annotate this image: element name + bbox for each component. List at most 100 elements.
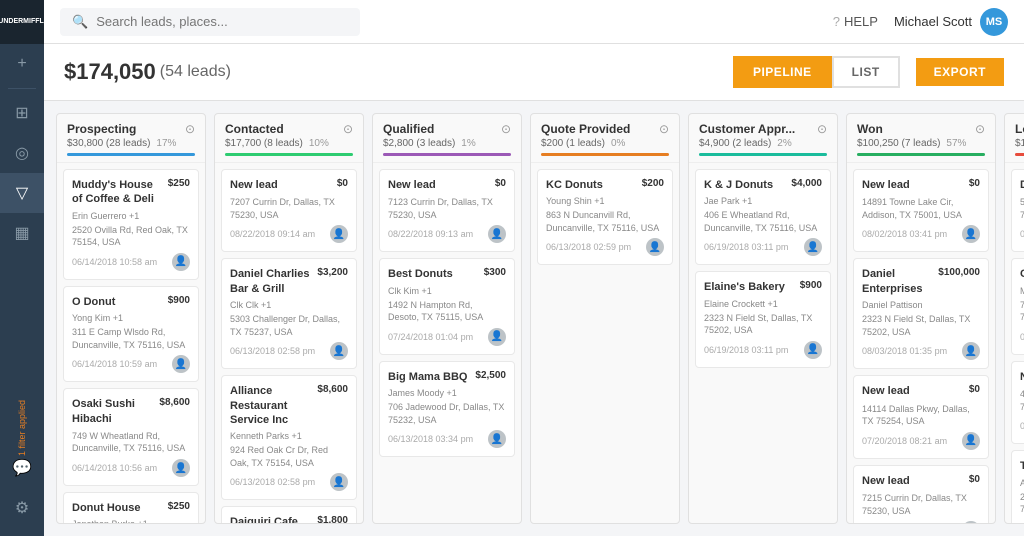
column-amount-won: $100,250 (7 leads) xyxy=(857,138,940,149)
card-title: New lead xyxy=(862,178,965,192)
card-amount: $300 xyxy=(484,267,506,278)
card-owner: Daniel Pattison xyxy=(862,300,980,310)
card-address: 4000 Morman Ln, Addiso 75001, USA xyxy=(1020,388,1024,413)
card-date: 08/22/2018 09:14 am xyxy=(230,229,315,239)
list-item[interactable]: New lead$07207 Currin Dr, Dallas, TX 752… xyxy=(221,169,357,252)
pipeline-view-button[interactable]: PIPELINE xyxy=(733,56,832,88)
list-item[interactable]: Donut House$250Jonathan Burke +1205 S Ma… xyxy=(63,492,199,523)
card-address: 2520 Ovilla Rd, Red Oak, TX 75154, USA xyxy=(72,224,190,249)
list-item[interactable]: Daniel Enterprises$100,000Daniel Pattiso… xyxy=(853,258,989,369)
card-avatar: 👤 xyxy=(330,473,348,491)
list-item[interactable]: New lead$07215 Currin Dr, Dallas, TX 752… xyxy=(853,465,989,523)
card-date: 06/13/2018 02:58 pm xyxy=(230,346,315,356)
list-item[interactable]: New lead$014891 Towne Lake Cir, Addison,… xyxy=(853,169,989,252)
card-title: New lead xyxy=(862,384,965,398)
column-customer: Customer Appr...⊙$4,900 (2 leads)2%K & J… xyxy=(688,113,838,524)
column-header-contacted: Contacted⊙$17,700 (8 leads)10% xyxy=(215,114,363,163)
card-date: 06/14/2018 10:59 am xyxy=(72,359,157,369)
list-item[interactable]: Donut Shop5130 S Clark Rd, Duncan TX 751… xyxy=(1011,169,1024,252)
column-settings-qualified[interactable]: ⊙ xyxy=(501,122,511,136)
card-address: 7123 Currin Dr, Dallas, TX 75230, USA xyxy=(388,196,506,221)
view-toggle: PIPELINE LIST xyxy=(733,56,900,88)
sidebar-icon-add[interactable]: + xyxy=(0,44,44,84)
list-item[interactable]: Muddy's House of Coffee & Deli$250Erin G… xyxy=(63,169,199,280)
column-title-lost: Lost xyxy=(1015,122,1024,136)
card-date: 06/13/2018 02:58 pm xyxy=(1020,332,1024,342)
column-percent-qualified: 1% xyxy=(461,138,475,149)
card-owner: James Moody +1 xyxy=(388,388,506,398)
list-item[interactable]: Concord RestaurantsMasud Chowdhury +1744… xyxy=(1011,258,1024,354)
column-title-won: Won xyxy=(857,122,883,136)
list-item[interactable]: New lead4000 Morman Ln, Addiso 75001, US… xyxy=(1011,361,1024,444)
leads-count: (54 leads) xyxy=(160,63,231,81)
column-title-customer: Customer Appr... xyxy=(699,122,795,136)
card-title: KC Donuts xyxy=(546,178,638,192)
list-item[interactable]: New lead$014114 Dallas Pkwy, Dallas, TX … xyxy=(853,375,989,458)
card-title: Daiquiri Cafe LLC xyxy=(230,515,313,523)
list-item[interactable]: O Donut$900Yong Kim +1311 E Camp Wlsdo R… xyxy=(63,286,199,382)
list-view-button[interactable]: LIST xyxy=(832,56,900,88)
user-profile[interactable]: Michael Scott MS xyxy=(894,8,1008,36)
card-amount: $1,800 xyxy=(317,515,348,523)
sidebar-icon-settings[interactable]: ⚙ xyxy=(0,488,44,528)
sidebar-bottom: 1 filter applied 💬 ⚙ xyxy=(0,408,44,536)
card-address: 2709 N Dallas Ave, Lanc TX 75134, USA xyxy=(1020,491,1024,516)
sidebar-icon-show-filters[interactable]: 1 filter applied xyxy=(0,408,44,448)
column-amount-customer: $4,900 (2 leads) xyxy=(699,138,771,149)
card-address: 5303 Challenger Dr, Dallas, TX 75237, US… xyxy=(230,313,348,338)
column-title-prospecting: Prospecting xyxy=(67,122,136,136)
list-item[interactable]: New lead$07123 Currin Dr, Dallas, TX 752… xyxy=(379,169,515,252)
card-avatar: 👤 xyxy=(488,430,506,448)
card-owner: Masud Chowdhury +1 xyxy=(1020,286,1024,296)
card-amount: $2,500 xyxy=(475,370,506,381)
list-item[interactable]: Elaine's Bakery$900Elaine Crockett +1232… xyxy=(695,271,831,367)
column-cards-contacted: New lead$07207 Currin Dr, Dallas, TX 752… xyxy=(215,163,363,523)
column-bar-qualified xyxy=(383,153,511,156)
card-amount: $100,000 xyxy=(938,267,980,278)
list-item[interactable]: Daiquiri Cafe LLC$1,800Wanda Gates +1700… xyxy=(221,506,357,523)
list-item[interactable]: Daniel Charlies Bar & Grill$3,200Clk Clk… xyxy=(221,258,357,369)
card-address: 311 E Camp Wlsdo Rd, Duncanville, TX 751… xyxy=(72,326,190,351)
column-settings-prospecting[interactable]: ⊙ xyxy=(185,122,195,136)
card-avatar: 👤 xyxy=(488,328,506,346)
card-owner: Erin Guerrero +1 xyxy=(72,211,190,221)
column-contacted: Contacted⊙$17,700 (8 leads)10% New lead$0… xyxy=(214,113,364,524)
column-settings-contacted[interactable]: ⊙ xyxy=(343,122,353,136)
card-avatar: 👤 xyxy=(962,521,980,523)
list-item[interactable]: K & J Donuts$4,000Jae Park +1406 E Wheat… xyxy=(695,169,831,265)
list-item[interactable]: Best Donuts$300Clk Kim +11492 N Hampton … xyxy=(379,258,515,354)
sidebar-icon-calendar[interactable]: ▦ xyxy=(0,213,44,253)
card-date: 06/13/2018 02:59 pm xyxy=(546,242,631,252)
list-item[interactable]: KC Donuts$200Young Shin +1863 N Duncanvi… xyxy=(537,169,673,265)
column-settings-won[interactable]: ⊙ xyxy=(975,122,985,136)
card-title: Best Donuts xyxy=(388,267,480,281)
card-date: 06/19/2018 03:11 pm xyxy=(704,242,788,252)
card-owner: Young Shin +1 xyxy=(546,196,664,206)
column-amount-qualified: $2,800 (3 leads) xyxy=(383,138,455,149)
column-header-lost: Lost⊙$17,400 (5 leads) xyxy=(1005,114,1024,163)
search-box[interactable]: 🔍 xyxy=(60,8,360,36)
column-bar-won xyxy=(857,153,985,156)
list-item[interactable]: Taqueria El AbuelitoArturo Hernandez +12… xyxy=(1011,450,1024,523)
card-avatar: 👤 xyxy=(172,355,190,373)
column-settings-quote[interactable]: ⊙ xyxy=(659,122,669,136)
column-percent-prospecting: 17% xyxy=(156,138,176,149)
list-item[interactable]: Big Mama BBQ$2,500James Moody +1706 Jade… xyxy=(379,361,515,457)
search-input[interactable] xyxy=(96,14,348,29)
help-button[interactable]: ? HELP xyxy=(833,14,878,29)
column-cards-quote: KC Donuts$200Young Shin +1863 N Duncanvi… xyxy=(531,163,679,523)
sidebar-icon-grid[interactable]: ⊞ xyxy=(0,93,44,133)
user-avatar: MS xyxy=(980,8,1008,36)
list-item[interactable]: Osaki Sushi Hibachi$8,600749 W Wheatland… xyxy=(63,388,199,486)
export-button[interactable]: EXPORT xyxy=(916,58,1004,86)
column-amount-prospecting: $30,800 (28 leads) xyxy=(67,138,150,149)
list-item[interactable]: Alliance Restaurant Service Inc$8,600Ken… xyxy=(221,375,357,500)
card-title: Alliance Restaurant Service Inc xyxy=(230,384,313,427)
sidebar-icon-location[interactable]: ◎ xyxy=(0,133,44,173)
sidebar: DUNDERMIFFLIN + ⊞ ◎ ▽ ▦ 1 filter applied… xyxy=(0,0,44,536)
column-settings-customer[interactable]: ⊙ xyxy=(817,122,827,136)
column-percent-contacted: 10% xyxy=(309,138,329,149)
card-amount: $8,600 xyxy=(159,397,190,408)
sidebar-icon-filter[interactable]: ▽ xyxy=(0,173,44,213)
card-title: Concord Restaurants xyxy=(1020,267,1024,281)
